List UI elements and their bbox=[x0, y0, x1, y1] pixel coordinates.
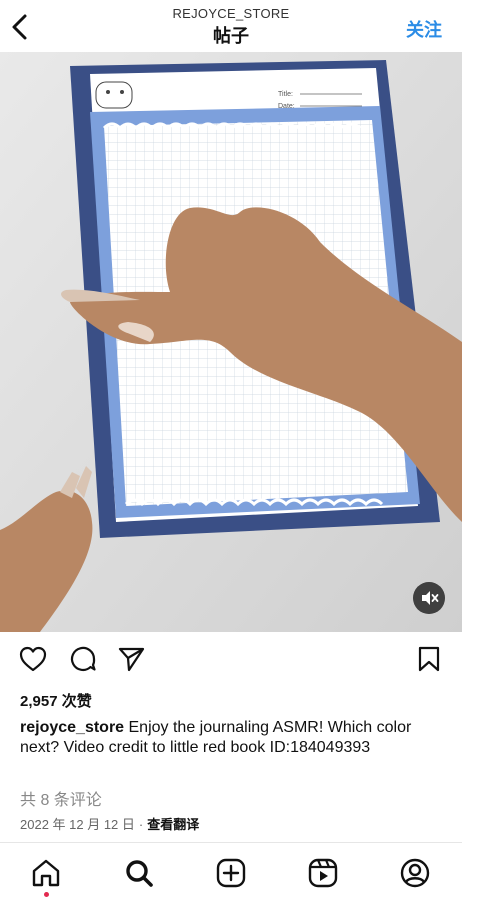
video-frame-image: Title: Date: bbox=[0, 52, 462, 632]
see-translation-link[interactable]: 查看翻译 bbox=[147, 817, 199, 832]
comment-icon[interactable] bbox=[68, 644, 98, 674]
follow-button[interactable]: 关注 bbox=[406, 16, 442, 42]
top-bar: REJOYCE_STORE 帖子 关注 bbox=[0, 0, 487, 52]
reels-icon[interactable] bbox=[306, 856, 340, 890]
plus-square-icon[interactable] bbox=[214, 856, 248, 890]
page-title: 帖子 bbox=[213, 26, 249, 46]
home-icon[interactable] bbox=[29, 856, 63, 890]
meta-separator: · bbox=[138, 817, 144, 832]
post-meta: 2022 年 12 月 12 日 · 查看翻译 bbox=[20, 814, 199, 833]
post-video[interactable]: Title: Date: bbox=[0, 52, 462, 632]
tabbar-divider bbox=[0, 842, 462, 843]
search-icon[interactable] bbox=[122, 856, 156, 890]
notification-dot bbox=[44, 892, 49, 897]
post-actions bbox=[0, 640, 462, 680]
paper-title-label: Title: bbox=[278, 91, 293, 98]
bookmark-icon[interactable] bbox=[414, 644, 444, 674]
post-date: 2022 年 12 月 12 日 bbox=[20, 817, 135, 832]
post-caption: rejoyce_store Enjoy the journaling ASMR!… bbox=[20, 718, 440, 758]
profile-icon[interactable] bbox=[398, 856, 432, 890]
view-comments-link[interactable]: 共 8 条评论 bbox=[20, 786, 102, 810]
send-icon[interactable] bbox=[116, 644, 146, 674]
heart-icon[interactable] bbox=[18, 644, 48, 674]
speaker-muted-icon[interactable] bbox=[413, 582, 445, 614]
likes-count[interactable]: 2,957 次赞 bbox=[20, 690, 92, 711]
caption-username[interactable]: rejoyce_store bbox=[20, 719, 124, 736]
bottom-tab-bar bbox=[0, 846, 462, 898]
paper-date-label: Date: bbox=[278, 103, 295, 110]
post-author-name[interactable]: REJOYCE_STORE bbox=[0, 6, 462, 21]
